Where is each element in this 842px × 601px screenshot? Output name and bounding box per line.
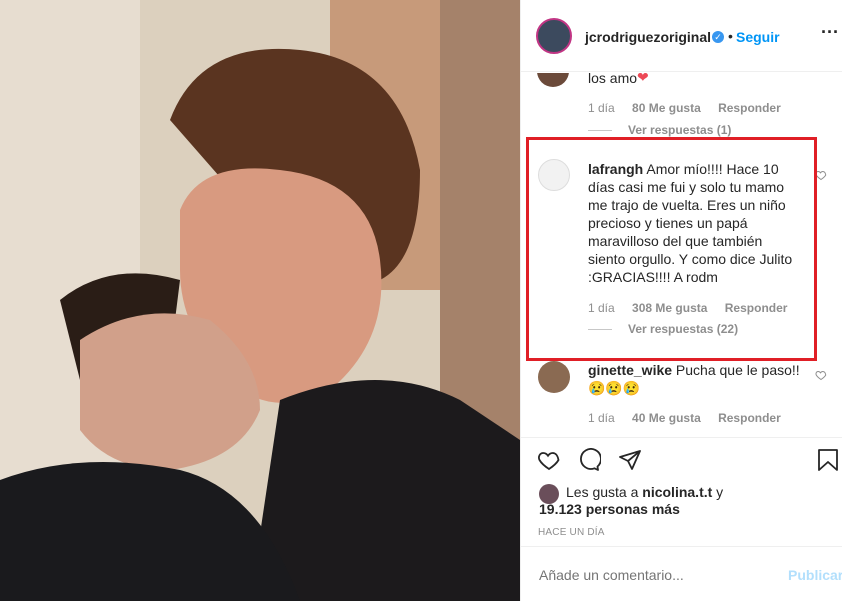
comment-likes[interactable]: 80 Me gusta (632, 101, 701, 115)
post-photo[interactable] (0, 0, 520, 601)
commenter-avatar[interactable] (538, 361, 570, 393)
like-heart-icon[interactable] (537, 448, 561, 472)
author-avatar[interactable] (536, 18, 572, 54)
post-header: jcrodriguezoriginal ✓ • Seguir ··· (521, 0, 842, 72)
liker-username[interactable]: nicolina.t.t (642, 484, 712, 500)
add-comment-input[interactable] (537, 564, 767, 586)
comment-username[interactable]: ginette_wike (588, 362, 672, 378)
author-username[interactable]: jcrodriguezoriginal (585, 29, 711, 45)
comment-time[interactable]: 1 día (588, 101, 615, 115)
follow-button[interactable]: Seguir (736, 29, 780, 45)
comment-body: ginette_wike Pucha que le paso!! 😢😢😢 (588, 361, 820, 397)
comment-meta: 1 día 40 Me gusta Responder (588, 411, 781, 425)
more-options-icon[interactable]: ··· (821, 22, 839, 43)
comment-bubble-icon[interactable] (577, 448, 601, 472)
comment-time[interactable]: 1 día (588, 411, 615, 425)
replies-divider (588, 130, 612, 132)
photo-illustration (0, 0, 520, 601)
reply-button[interactable]: Responder (718, 101, 781, 115)
comment-likes[interactable]: 40 Me gusta (632, 411, 701, 425)
separator-dot: • (728, 28, 733, 44)
like-comment-heart-icon[interactable] (815, 369, 827, 381)
likes-prefix: Les gusta a (566, 484, 639, 500)
share-send-icon[interactable] (618, 448, 642, 472)
comment-meta: 1 día 80 Me gusta Responder (588, 101, 781, 115)
post-timestamp[interactable]: HACE UN DÍA (538, 527, 605, 538)
reply-button[interactable]: Responder (718, 411, 781, 425)
verified-badge-icon: ✓ (712, 31, 724, 43)
view-replies-label[interactable]: Ver respuestas (1) (628, 123, 731, 137)
crying-emoji: 😢😢😢 (588, 380, 641, 396)
comment-text: Pucha que le paso!! (675, 362, 800, 378)
heart-emoji: ❤ (637, 73, 649, 85)
view-replies[interactable]: Ver respuestas (1) (588, 123, 731, 137)
likes-count[interactable]: 19.123 personas más (539, 501, 680, 517)
comment-highlight-box (526, 137, 817, 361)
post-actions: Les gusta a nicolina.t.t y 19.123 person… (521, 437, 842, 545)
comment-text: los amo (588, 73, 638, 86)
add-comment-bar: Publicar (521, 546, 842, 601)
publish-button[interactable]: Publicar (788, 567, 842, 583)
save-bookmark-icon[interactable] (817, 448, 839, 472)
commenter-avatar[interactable] (537, 73, 569, 87)
likes-summary: Les gusta a nicolina.t.t y (566, 483, 826, 501)
likes-conj: y (716, 484, 724, 500)
